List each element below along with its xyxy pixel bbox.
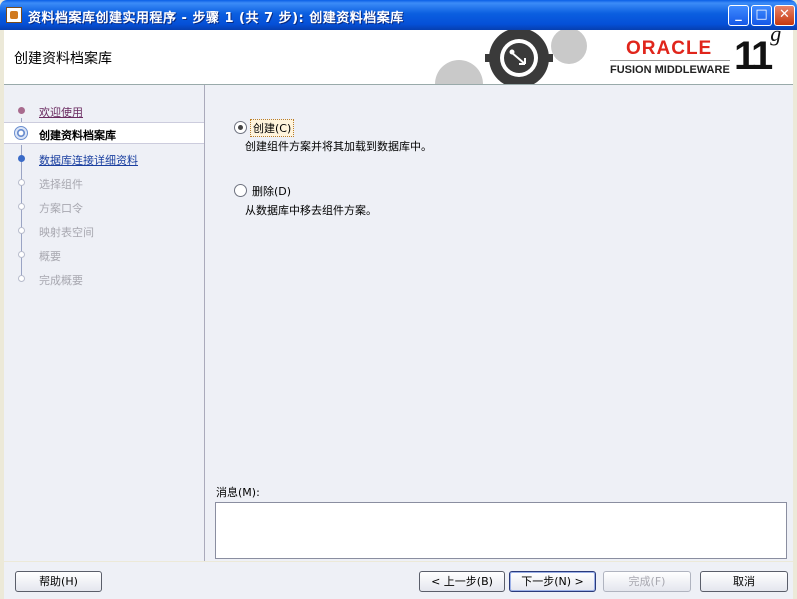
nav-step-summary: 概要	[4, 244, 204, 266]
cancel-button[interactable]: 取消	[700, 571, 788, 592]
version-badge: 11g	[734, 30, 781, 79]
nav-step-completion-summary: 完成概要	[4, 268, 204, 290]
nav-step-label: 完成概要	[39, 274, 83, 287]
product-name: FUSION MIDDLEWARE	[610, 64, 730, 76]
create-radio[interactable]	[234, 121, 247, 134]
messages-textarea[interactable]	[215, 502, 787, 559]
create-option-label[interactable]: 创建(C)	[249, 119, 295, 137]
nav-step-label: 创建资料档案库	[39, 129, 116, 142]
title-bar: 资料档案库创建实用程序 - 步骤 1 (共 7 步): 创建资料档案库 _ □ …	[0, 0, 797, 30]
page-title: 创建资料档案库	[14, 51, 112, 67]
version-suffix: g	[770, 30, 782, 46]
drop-option-description: 从数据库中移去组件方案。	[245, 204, 377, 217]
drop-radio[interactable]	[234, 184, 247, 197]
create-option-description: 创建组件方案并将其加载到数据库中。	[245, 140, 432, 153]
nav-step-label: 概要	[39, 250, 61, 263]
nav-step-label: 方案口令	[39, 202, 83, 215]
step-pending-icon	[18, 203, 25, 210]
finish-button: 完成(F)	[603, 571, 691, 592]
nav-step-label: 欢迎使用	[39, 106, 83, 119]
step-next-icon	[18, 155, 25, 162]
logo-divider	[610, 60, 730, 61]
step-pending-icon	[18, 179, 25, 186]
main-content: 创建(C) 创建组件方案并将其加载到数据库中。 删除(D) 从数据库中移去组件方…	[205, 85, 793, 561]
oracle-logo: ORACLE	[626, 38, 713, 59]
drop-option-label[interactable]: 删除(D)	[252, 183, 291, 199]
button-bar: 帮助(H) < 上一步(B) 下一步(N) > 完成(F) 取消	[4, 562, 793, 599]
gears-graphic	[435, 30, 587, 84]
help-button[interactable]: 帮助(H)	[15, 571, 102, 592]
step-done-icon	[18, 107, 25, 114]
window-title: 资料档案库创建实用程序 - 步骤 1 (共 7 步): 创建资料档案库	[28, 11, 404, 26]
messages-label: 消息(M):	[216, 486, 260, 499]
wizard-step-nav: 欢迎使用 创建资料档案库 数据库连接详细资料 选择组件 方案口令 映射表空间 概…	[4, 85, 205, 561]
nav-step-schema-password: 方案口令	[4, 196, 204, 218]
header-banner: 创建资料档案库 ORACLE FUSION MIDDLEWARE 11g	[4, 30, 793, 85]
nav-step-label: 数据库连接详细资料	[39, 154, 138, 167]
nav-step-create-repository[interactable]: 创建资料档案库	[4, 122, 204, 144]
nav-step-db-connection[interactable]: 数据库连接详细资料	[4, 148, 204, 170]
version-number: 11	[734, 34, 773, 78]
nav-step-welcome[interactable]: 欢迎使用	[4, 100, 204, 122]
nav-step-select-components: 选择组件	[4, 172, 204, 194]
step-current-icon	[14, 126, 28, 140]
step-pending-icon	[18, 227, 25, 234]
nav-step-label: 选择组件	[39, 178, 83, 191]
step-pending-icon	[18, 251, 25, 258]
next-button[interactable]: 下一步(N) >	[509, 571, 596, 592]
nav-step-map-tablespaces: 映射表空间	[4, 220, 204, 242]
back-button[interactable]: < 上一步(B)	[419, 571, 505, 592]
step-pending-icon	[18, 275, 25, 282]
minimize-button[interactable]: _	[728, 5, 749, 26]
java-app-icon	[6, 7, 22, 23]
nav-step-label: 映射表空间	[39, 226, 94, 239]
maximize-button[interactable]: □	[751, 5, 772, 26]
close-button[interactable]: ✕	[774, 5, 795, 26]
